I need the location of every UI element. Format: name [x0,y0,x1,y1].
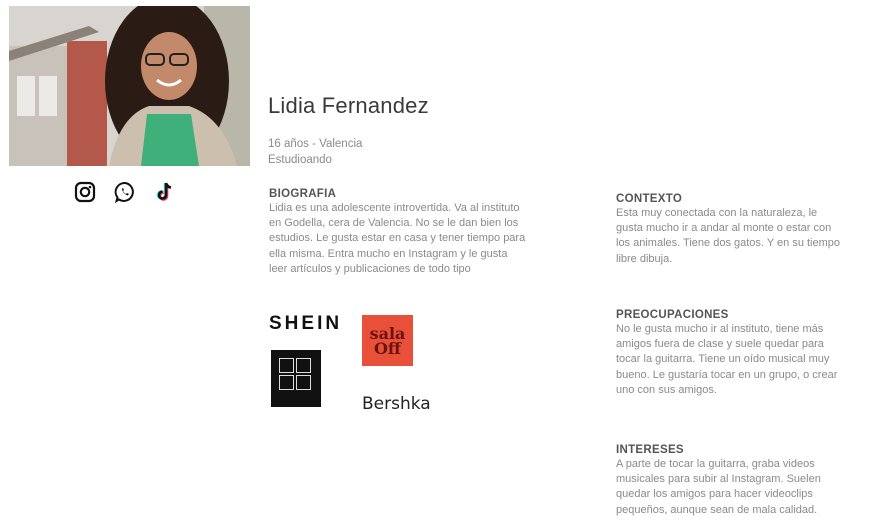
sala-off-logo-bottom: Off [373,338,402,358]
sala-off-logo: sala Off [362,315,413,366]
contexto-line: los animales. Tiene dos gatos. Y en su t… [616,237,841,250]
profile-photo [9,6,250,166]
preocupaciones-line: tocar la guitarra. Tiene un oído musical… [616,353,830,366]
profile-meta: 16 años - Valencia Estudioando [268,136,362,168]
intereses-title: INTERESES [616,444,684,456]
intereses-body: A parte de tocar la guitarra, graba vide… [616,457,868,518]
intereses-line: A parte de tocar la guitarra, graba vide… [616,458,815,470]
contexto-line: libre dibuja. [616,252,673,265]
age-city: 16 años - Valencia [268,138,363,150]
contexto-line: Esta muy conectada con la naturaleza, le [616,207,818,219]
portrait-image [9,6,250,166]
contexto-line: gusta mucho ir a andar al monte o estar … [616,222,832,235]
whatsapp-icon[interactable] [113,180,137,204]
social-icons [73,180,177,204]
section-intereses: INTERESES A parte de tocar la guitarra, … [616,444,868,518]
biografia-title: BIOGRAFIA [269,188,337,200]
preocupaciones-title: PREOCUPACIONES [616,309,729,321]
intereses-line: musicales para subir al Instagram. Suele… [616,473,821,486]
biografia-line: ella misma. Entra mucho en Instagram y l… [269,247,508,260]
instagram-icon[interactable] [73,180,97,204]
section-preocupaciones: PREOCUPACIONES No le gusta mucho ir al i… [616,309,868,398]
biografia-line: leer artículos y publicaciones de todo t… [269,262,471,275]
tiktok-icon[interactable] [153,180,177,204]
contexto-title: CONTEXTO [616,193,683,205]
section-contexto: CONTEXTO Esta muy conectada con la natur… [616,193,868,267]
occupation: Estudioando [268,154,332,166]
biografia-line: en Godella, cera de Valencia. No se le d… [269,217,519,230]
biografia-body: Lidia es una adolescente introvertida. V… [269,201,569,277]
section-biografia: BIOGRAFIA Lidia es una adolescente intro… [269,188,569,277]
biografia-line: Lidia es una adolescente introvertida. V… [269,202,520,214]
intereses-line: pequeños, aunque sean de mala calidad. [616,503,818,516]
bershka-logo: Bershka [362,394,431,414]
profile-name: Lidia Fernandez [268,93,429,118]
preocupaciones-body: No le gusta mucho ir al instituto, tiene… [616,322,868,398]
preocupaciones-line: bueno. Le gustaría tocar en un grupo, o … [616,368,838,381]
preocupaciones-line: No le gusta mucho ir al instituto, tiene… [616,323,824,335]
store-logo-icon [271,350,321,407]
preocupaciones-line: uno con sus amigos. [616,383,717,396]
preocupaciones-line: amigos fuera de clase y suele quedar par… [616,338,824,351]
shein-logo: SHEIN [269,313,343,334]
intereses-line: quedar los amigos para hacer videoclips [616,488,813,501]
contexto-body: Esta muy conectada con la naturaleza, le… [616,206,868,267]
biografia-line: estudios. Le gusta estar en casa y tener… [269,232,526,245]
